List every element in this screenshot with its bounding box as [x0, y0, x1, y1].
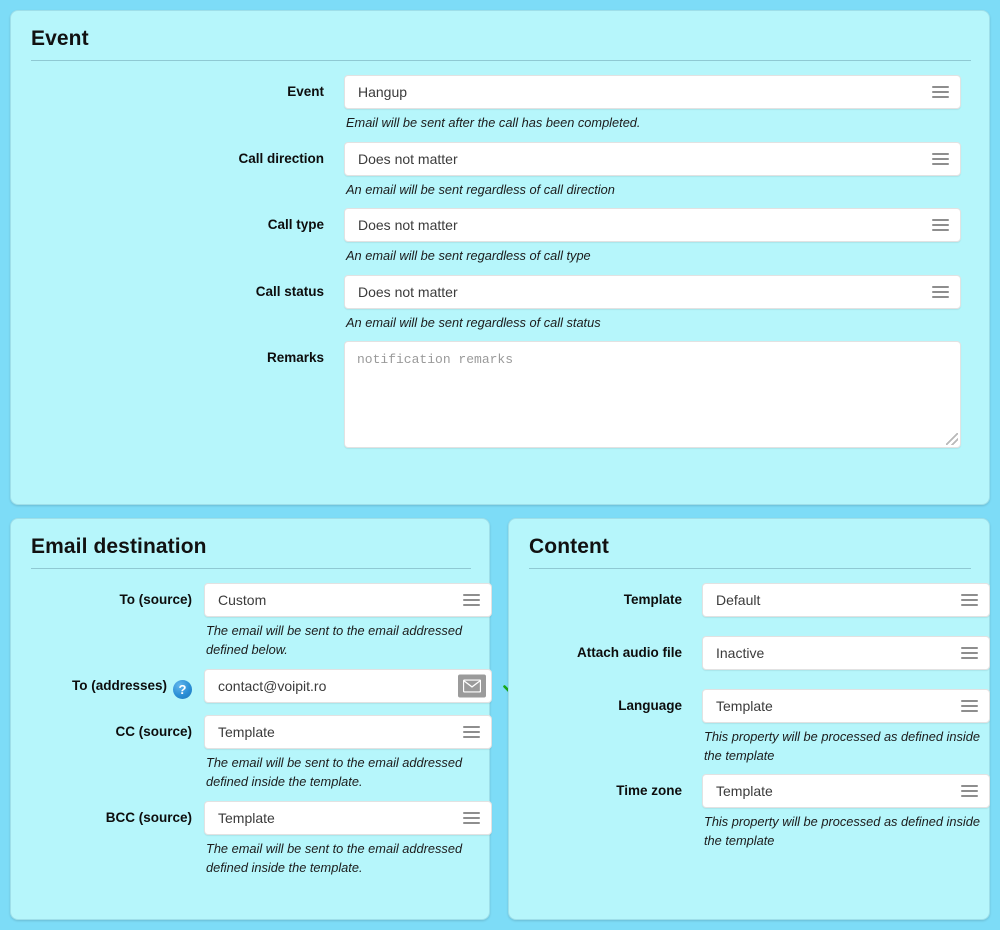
form-row-call-status: Call status Does not matter An email wil… [29, 274, 971, 333]
field-control-to-source: Custom The email will be sent to the ema… [204, 583, 492, 659]
hamburger-icon [932, 152, 949, 165]
to-source-select[interactable]: Custom [204, 583, 492, 617]
hamburger-icon [961, 647, 978, 659]
hamburger-icon [932, 285, 949, 298]
field-control-bcc-source: Template The email will be sent to the e… [204, 801, 492, 877]
event-panel: Event Event Hangup Email will be sent af… [10, 10, 990, 505]
to-addresses-label-text: To (addresses) [71, 678, 167, 694]
field-control-attach-audio-file: Inactive [702, 636, 990, 670]
form-row-call-type: Call type Does not matter An email will … [29, 208, 971, 266]
field-control-language: Template This property will be processed… [702, 689, 990, 765]
field-control-to-addresses: contact@voipit.ro [204, 669, 523, 704]
form-row-language: Language Template This property will be … [527, 689, 990, 765]
call-direction-hint: An email will be sent regardless of call… [346, 181, 615, 197]
email-destination-panel-title: Email destination [31, 535, 207, 558]
question-mark-icon[interactable]: ? [173, 680, 192, 700]
field-control-call-status: Does not matter An email will be sent re… [344, 274, 961, 333]
call-status-select-value: Does not matter [358, 283, 458, 300]
content-panel-title: Content [529, 535, 610, 558]
to-source-hint: The email will be sent to the email addr… [206, 623, 463, 657]
field-control-event: Hangup Email will be sent after the call… [344, 75, 961, 133]
form-row-event: Event Hangup Email will be sent after th… [29, 75, 971, 133]
language-select[interactable]: Template [702, 689, 990, 723]
resize-handle-icon[interactable] [946, 433, 958, 446]
event-hint: Email will be sent after the call has be… [346, 115, 641, 130]
to-source-select-value: Custom [218, 592, 267, 608]
field-label-language: Language [618, 698, 682, 713]
form-row-bcc-source: BCC (source) Template The email will be … [29, 801, 492, 877]
event-select[interactable]: Hangup [344, 75, 961, 109]
envelope-icon[interactable] [458, 674, 486, 698]
hamburger-icon [932, 219, 949, 232]
field-control-time-zone: Template This property will be processed… [702, 774, 990, 850]
event-panel-title: Event [31, 27, 89, 50]
to-addresses-input-value: contact@voipit.ro [218, 678, 327, 695]
panel-divider [529, 568, 971, 569]
field-label-attach-audio-file: Attach audio file [576, 645, 682, 660]
field-label-call-status: Call status [255, 283, 324, 299]
call-status-select[interactable]: Does not matter [344, 274, 961, 309]
hamburger-icon [463, 812, 480, 825]
bcc-source-select-value: Template [218, 810, 275, 827]
time-zone-hint: This property will be processed as defin… [704, 814, 980, 848]
time-zone-select-value: Template [716, 783, 773, 800]
form-row-call-direction: Call direction Does not matter An email … [29, 141, 971, 200]
remarks-textarea[interactable]: notification remarks [344, 341, 961, 449]
hamburger-icon [463, 594, 480, 606]
hamburger-icon [463, 726, 480, 739]
call-direction-select[interactable]: Does not matter [344, 141, 961, 176]
content-panel: Content Template Default Attach audio fi… [508, 518, 990, 920]
call-type-hint: An email will be sent regardless of call… [346, 248, 591, 264]
field-label-time-zone: Time zone [616, 783, 682, 799]
settings-page: Event Event Hangup Email will be sent af… [0, 0, 1000, 930]
field-label-template: Template [623, 592, 682, 607]
call-status-hint: An email will be sent regardless of call… [346, 314, 601, 330]
cc-source-select[interactable]: Template [204, 715, 492, 750]
bcc-source-select[interactable]: Template [204, 801, 492, 836]
call-type-select-value: Does not matter [358, 217, 458, 234]
form-row-remarks: Remarks notification remarks [29, 341, 971, 449]
event-select-value: Hangup [358, 84, 408, 100]
hamburger-icon [932, 86, 949, 98]
bcc-source-hint: The email will be sent to the email addr… [206, 841, 463, 875]
field-label-event: Event [287, 84, 324, 99]
hamburger-icon [961, 785, 978, 798]
field-control-remarks: notification remarks [344, 341, 961, 449]
form-row-attach-audio-file: Attach audio file Inactive [527, 636, 990, 670]
field-label-bcc-source: BCC (source) [105, 810, 192, 826]
field-control-template: Default [702, 583, 990, 617]
hamburger-icon [961, 594, 978, 606]
form-row-cc-source: CC (source) Template The email will be s… [29, 715, 492, 791]
call-direction-select-value: Does not matter [358, 150, 458, 167]
cc-source-hint: The email will be sent to the email addr… [206, 755, 463, 789]
hamburger-icon [961, 700, 978, 712]
field-label-to-addresses: To (addresses)? [29, 669, 204, 700]
field-label-to-source: To (source) [119, 592, 192, 607]
remarks-placeholder: notification remarks [357, 352, 514, 368]
cc-source-select-value: Template [218, 724, 275, 741]
email-destination-panel: Email destination To (source) Custom The… [10, 518, 521, 920]
form-row-to-addresses: To (addresses)? contact@voipit.ro [29, 669, 521, 704]
field-label-remarks: Remarks [266, 350, 324, 366]
language-select-value: Template [716, 698, 773, 714]
field-label-call-type: Call type [267, 217, 324, 233]
template-select-value: Default [716, 592, 761, 608]
attach-audio-file-select[interactable]: Inactive [702, 636, 990, 670]
attach-audio-file-select-value: Inactive [716, 645, 765, 661]
panel-divider [31, 60, 971, 61]
form-row-to-source: To (source) Custom The email will be sen… [29, 583, 492, 659]
field-control-call-type: Does not matter An email will be sent re… [344, 208, 961, 266]
template-select[interactable]: Default [702, 583, 990, 617]
field-control-call-direction: Does not matter An email will be sent re… [344, 141, 961, 200]
to-addresses-input[interactable]: contact@voipit.ro [204, 669, 492, 704]
panel-divider [31, 568, 471, 569]
field-label-cc-source: CC (source) [115, 724, 192, 740]
form-row-template: Template Default [527, 583, 990, 617]
language-hint: This property will be processed as defin… [704, 729, 980, 763]
call-type-select[interactable]: Does not matter [344, 208, 961, 243]
form-row-time-zone: Time zone Template This property will be… [527, 774, 990, 850]
field-label-call-direction: Call direction [238, 150, 324, 166]
field-control-cc-source: Template The email will be sent to the e… [204, 715, 492, 791]
time-zone-select[interactable]: Template [702, 774, 990, 809]
